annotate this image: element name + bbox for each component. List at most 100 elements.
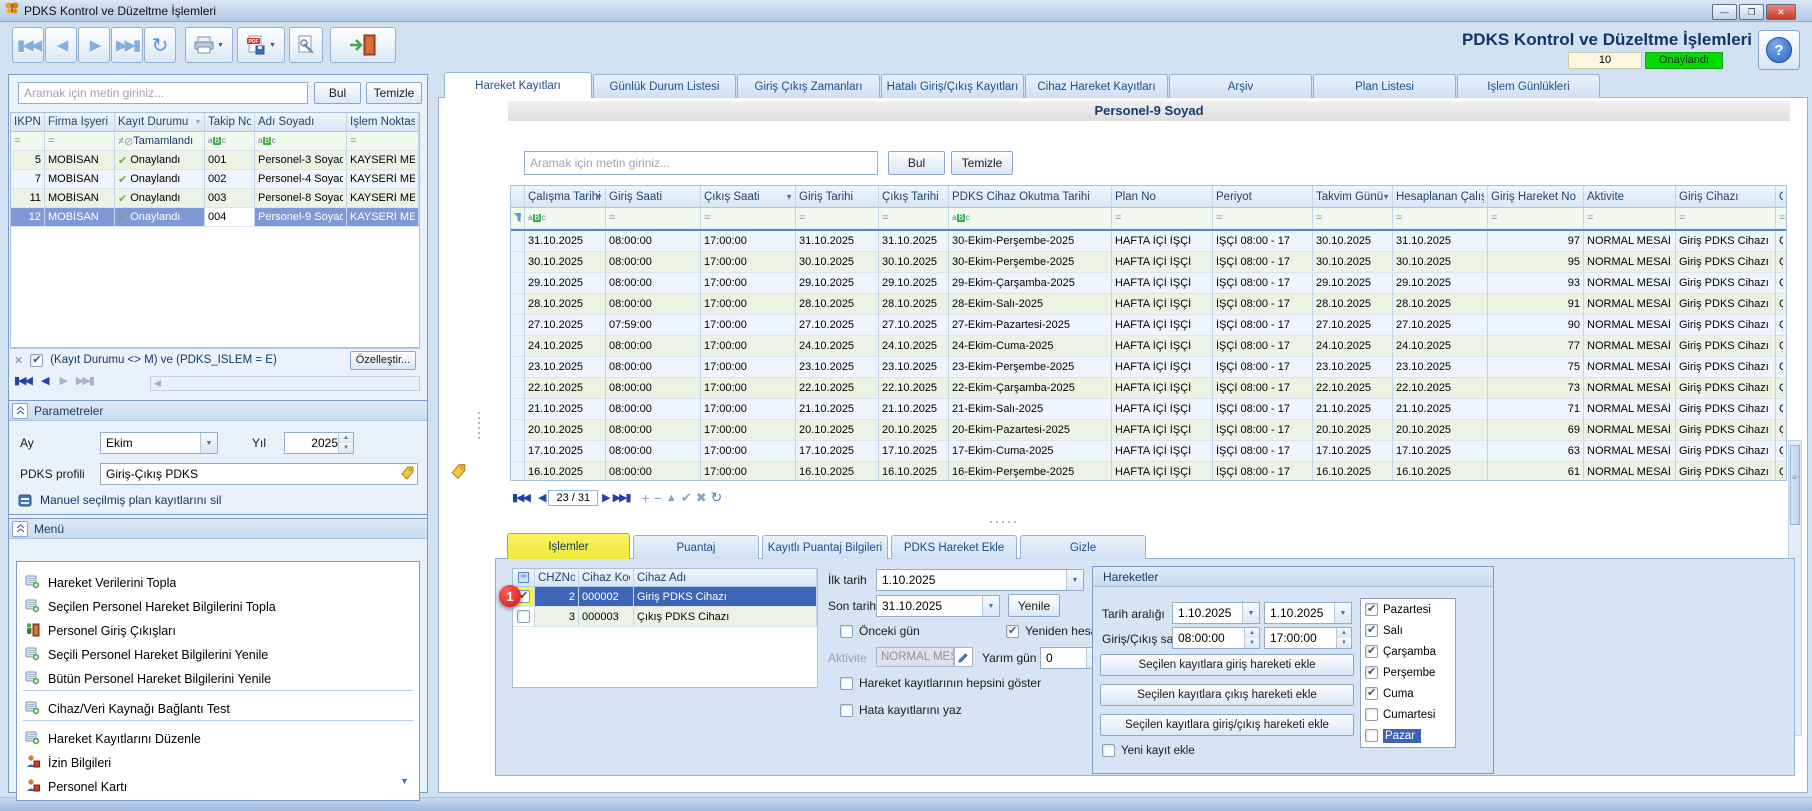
filter-cell[interactable]: aBc [949,208,1112,229]
tab-pdks-hareket-ekle[interactable]: PDKS Hareket Ekle [891,535,1017,559]
device-checkbox[interactable] [517,610,530,623]
menu-header[interactable]: Menü [9,519,427,539]
select-all-header[interactable] [513,569,535,587]
filter-cell[interactable]: aBc [255,132,347,151]
cancel-edit-icon[interactable]: ✖ [696,490,707,506]
filter-cell[interactable]: aBc [525,208,606,229]
post-edit-icon[interactable]: ✔ [681,490,692,506]
column-header[interactable]: Takvim Günü▼ [1313,186,1393,208]
weekday-checkbox[interactable] [1365,624,1378,637]
filter-cell[interactable]: = [701,208,796,229]
pdks-profile-input[interactable]: Giriş-Çıkış PDKS [100,463,418,485]
first-date-select[interactable]: 1.10.2025▼ [876,569,1084,591]
last-record-button[interactable]: ▶▶▮ [111,27,143,63]
weekday-checkbox[interactable] [1365,603,1378,616]
tab-hatalı-giriş-çıkış-kayıtları[interactable]: Hatalı Giriş/Çıkış Kayıtları [881,74,1024,98]
weekday-item[interactable]: Çarşamba [1361,641,1455,662]
tab-plan-listesi[interactable]: Plan Listesi [1313,74,1456,98]
pager-last-icon[interactable]: ▶▶▮ [613,491,630,504]
entry-time-stepper[interactable]: 08:00:00▲▼ [1172,627,1260,649]
filter-cell[interactable]: = [1213,208,1313,229]
refresh-dates-button[interactable]: Yenile [1008,594,1060,617]
column-header[interactable]: CHZNo [535,569,579,587]
tab-puantaj[interactable]: Puantaj [633,535,759,559]
pager-prev-icon[interactable]: ◀ [41,374,47,387]
tab-i-şlemler[interactable]: İşlemler [507,533,630,559]
new-record-checkbox[interactable]: Yeni kayıt ekle [1102,744,1195,757]
filter-cell[interactable]: = [606,208,701,229]
menu-item[interactable]: Hareket Kayıtlarını Düzenle [17,728,419,750]
append-row-icon[interactable]: + [642,490,650,506]
table-row[interactable]: 5MOBİSAN✔Onaylandı001Personel-3 SoyadKAY… [11,151,419,170]
exit-button[interactable] [330,27,396,63]
table-row[interactable]: 7MOBİSAN✔Onaylandı002Personel-4 SoyadKAY… [11,170,419,189]
date-from-select[interactable]: 1.10.2025▼ [1172,602,1260,624]
clear-button[interactable]: Temizle [951,151,1013,175]
menu-item[interactable]: Cihaz/Veri Kaynağı Bağlantı Test [17,698,419,720]
delete-plans-link[interactable]: Manuel seçilmiş plan kayıtlarını sil [18,493,221,507]
menu-item[interactable]: Kilitle [17,800,419,801]
first-record-button[interactable]: ▮◀◀ [12,27,44,63]
tab-hareket-kayıtları[interactable]: Hareket Kayıtları [444,72,592,98]
menu-item[interactable]: Seçilen Personel Hareket Bilgilerini Top… [17,596,419,618]
find-button[interactable]: Bul [888,151,945,175]
tab-kayıtlı-puantaj-bilgileri[interactable]: Kayıtlı Puantaj Bilgileri [762,535,888,559]
column-header[interactable]: IKPNo [11,113,45,132]
delete-row-icon[interactable]: − [654,490,662,506]
table-row[interactable]: 11MOBİSAN✔Onaylandı003Personel-8 SoyadKA… [11,189,419,208]
table-row[interactable]: 12MOBİSAN✔Onaylandı004Personel-9 SoyadKA… [11,208,419,227]
filter-enabled-checkbox[interactable] [30,354,43,367]
tab-i-şlem-günlükleri[interactable]: İşlem Günlükleri [1457,74,1600,98]
table-row[interactable]: 27.10.202507:59:0017:00:0027.10.202527.1… [511,315,1786,336]
tab-arşiv[interactable]: Arşiv [1169,74,1312,98]
column-header[interactable]: Çıkış Tarihi [879,186,949,208]
menu-item[interactable]: Seçili Personel Hareket Bilgilerini Yeni… [17,644,419,666]
collapse-icon[interactable] [12,403,28,419]
pager-next-icon[interactable]: ▶ [59,374,65,387]
print-preview-button[interactable] [289,27,323,63]
tab-giriş-çıkış-zamanları[interactable]: Giriş Çıkış Zamanları [737,74,880,98]
filter-cell[interactable]: aBc [205,132,255,151]
filter-cell[interactable]: = [347,132,419,151]
column-header[interactable]: Giriş Hareket No [1488,186,1584,208]
column-header[interactable]: Çıkış Cihazı [1776,186,1787,208]
pager-first-icon[interactable]: ▮◀◀ [14,374,31,387]
edit-row-icon[interactable]: ▲ [666,492,677,504]
pager-last-icon[interactable]: ▶▶▮ [76,374,93,387]
weekday-item[interactable]: Perşembe [1361,662,1455,683]
column-header[interactable]: PDKS Cihaz Okutma Tarihi [949,186,1112,208]
column-header[interactable]: Cihaz Adı [634,569,817,587]
year-stepper[interactable]: 2025 ▲▼ [284,432,354,454]
month-select[interactable]: Ekim▼ [100,432,218,454]
splitter-handle[interactable] [990,521,1016,523]
filter-cell[interactable]: ≠ ⊘ Tamamlandı [115,132,205,151]
date-to-select[interactable]: 1.10.2025▼ [1264,602,1352,624]
refresh-button[interactable]: ↻ [144,27,176,63]
table-row[interactable]: 22.10.202508:00:0017:00:0022.10.202522.1… [511,378,1786,399]
weekday-item[interactable]: Pazartesi [1361,599,1455,620]
personnel-hscrollbar[interactable]: ◀ [150,376,420,391]
last-date-select[interactable]: 31.10.2025▼ [876,595,1000,617]
help-button[interactable]: ? [1758,30,1800,70]
column-header[interactable]: İşlem Noktası [347,113,419,132]
personnel-search-input[interactable] [18,82,308,104]
filter-cell[interactable]: = [11,132,45,151]
parameters-header[interactable]: Parametreler [9,401,427,421]
menu-item[interactable]: Bütün Personel Hareket Bilgilerini Yenil… [17,668,419,690]
column-header[interactable]: Plan No [1112,186,1213,208]
tab-gizle[interactable]: Gizle [1020,535,1146,559]
filter-cell[interactable]: = [1676,208,1776,229]
next-record-button[interactable]: ▶ [78,27,110,63]
pager-first-icon[interactable]: ▮◀◀ [512,491,529,504]
filter-cell[interactable]: = [1112,208,1213,229]
device-checkbox-cell[interactable] [513,607,535,627]
filter-cell[interactable]: = [1393,208,1488,229]
table-row[interactable]: 3000003Çıkış PDKS Cihazı [513,607,817,627]
add-entry-exit-movement-button[interactable]: Seçilen kayıtlara giriş/çıkış hareketi e… [1100,714,1354,736]
activity-edit-button[interactable] [954,647,973,667]
column-header[interactable]: Kayıt Durumu▼ [115,113,205,132]
weekday-item[interactable]: Salı [1361,620,1455,641]
maximize-button[interactable]: ❐ [1739,4,1764,20]
column-header[interactable]: Çalışma Tarihi▼ [525,186,606,208]
find-button[interactable]: Bul [314,82,361,104]
